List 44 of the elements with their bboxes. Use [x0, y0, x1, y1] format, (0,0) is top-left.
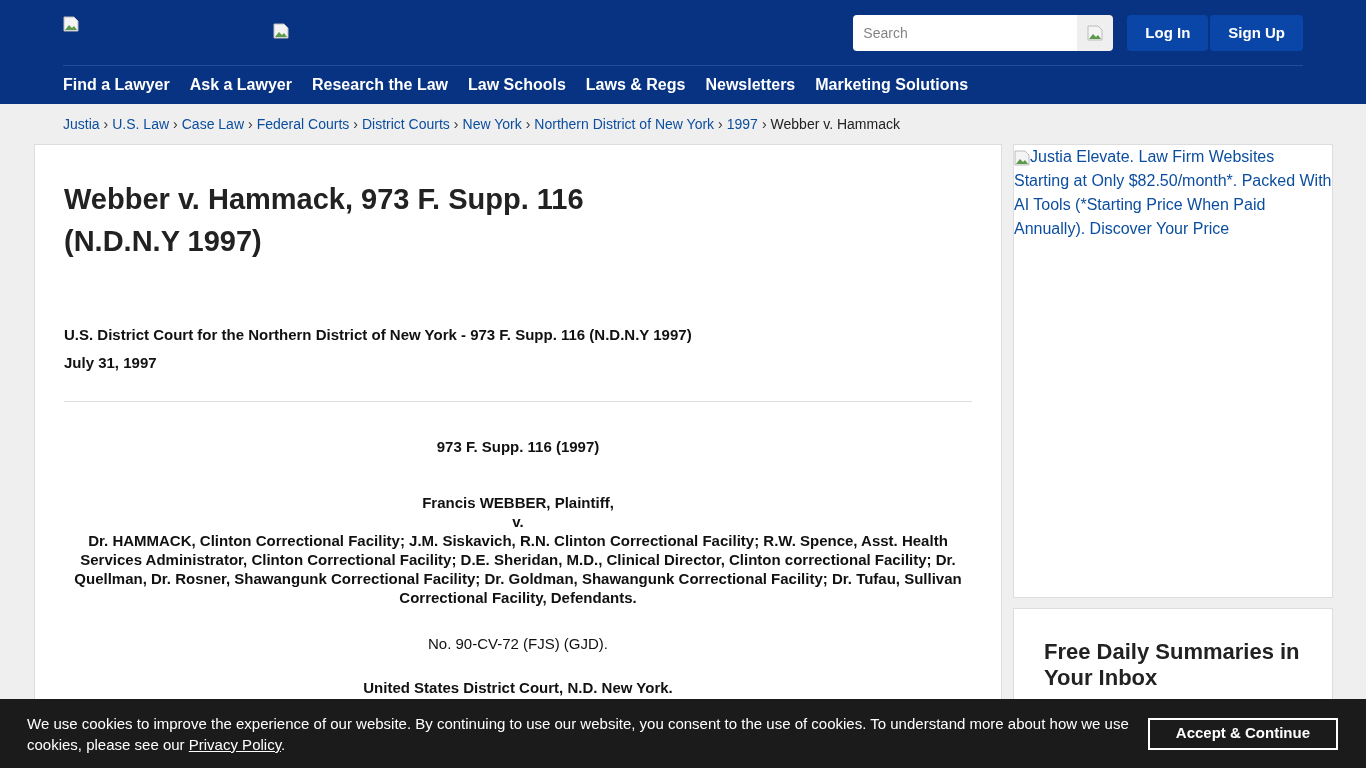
case-text: 973 F. Supp. 116 (1997) [435, 437, 601, 457]
docket-number: No. 90-CV-72 (FJS) (GJD). [427, 633, 609, 654]
party-text: v. [511, 511, 525, 531]
auth-button[interactable]: Sign Up [1210, 15, 1303, 51]
search-button[interactable] [1077, 15, 1114, 51]
breadcrumb-separator: › [173, 114, 178, 134]
breadcrumb-link[interactable]: District Courts [361, 113, 450, 135]
breadcrumb-link[interactable]: U.S. Law [112, 113, 170, 135]
nav-link[interactable]: Marketing Solutions [815, 73, 969, 97]
current-page-label: Webber v. Hammack [770, 114, 900, 134]
party-text: Dr. HAMMACK, Clinton Correctional Facility; J.M. Siskavich, R.N. Clinton Correctional Facility; R.W. Spence, Asst. Health Services Administrator, Clinton Correctional Facility; D.E. Sheridan, M.D., Clinical Director, Clinton correctional Facility; Dr. Quellman, Dr. Rosner, Shawangunk Correctional Facility; Dr. Goldman, Shawangunk Correctional Facility; Dr. Tufau, Sullivan Correctional Facility, Defendants. [73, 530, 963, 607]
accept-button[interactable]: Accept & Continue [1147, 717, 1338, 750]
breadcrumb-link[interactable]: 1997 [726, 113, 758, 135]
broken-image-icon [273, 23, 289, 39]
broken-image-icon [1087, 25, 1104, 41]
cookie-message: We use cookies to improve the experience of our website. By continuing to use our website, you consent to the use of cookies. To understand more about how we use cookies, please see our Privacy Policy. [27, 713, 1130, 755]
breadcrumb-link[interactable]: Northern District of New York [534, 113, 715, 135]
breadcrumb-link[interactable]: Federal Courts [256, 113, 350, 135]
breadcrumb-separator: › [248, 114, 253, 134]
ad-link[interactable]: Justia Elevate. Law Firm Websites Starting at Only $82.50/month*. Packed With AI Tools (*Starting Price When Paid Annually). Discover Your Price [1014, 145, 1332, 241]
nav-link[interactable]: Laws & Regs [585, 73, 686, 97]
breadcrumb-separator: › [353, 114, 358, 134]
newsletter-title: Free Daily Summaries in Your Inbox [1044, 639, 1301, 691]
court-name: U.S. District Court for the Northern District of New York - 973 F. Supp. 116 (N.D.N.Y 1997) [64, 325, 693, 345]
broken-image-icon [63, 16, 79, 32]
nav-link[interactable]: Newsletters [705, 73, 796, 97]
breadcrumb-separator: › [103, 114, 109, 134]
auth-button[interactable]: Log In [1127, 15, 1209, 51]
case-text: United States District Court, N.D. New York. [362, 678, 674, 698]
nav-link[interactable]: Ask a Lawyer [189, 73, 292, 97]
breadcrumb-separator: › [453, 114, 459, 134]
nav-link[interactable]: Research the Law [312, 73, 449, 97]
nav-link[interactable]: Law Schools [468, 73, 566, 97]
breadcrumb-link[interactable]: Justia [63, 113, 100, 135]
decision-date: July 31, 1997 [64, 352, 158, 373]
search-field[interactable]: Search [853, 15, 1078, 51]
breadcrumb-separator: › [761, 114, 767, 134]
case-title: Webber v. Hammack, 973 F. Supp. 116 (N.D.N.Y 1997) [64, 182, 585, 259]
breadcrumb-separator: › [525, 114, 531, 134]
party-text: Francis WEBBER, Plaintiff, [421, 492, 615, 512]
nav-link[interactable]: Find a Lawyer [63, 73, 170, 97]
breadcrumb-link[interactable]: New York [462, 113, 522, 135]
breadcrumb-link[interactable]: Case Law [181, 113, 244, 135]
breadcrumb-separator: › [718, 114, 723, 134]
